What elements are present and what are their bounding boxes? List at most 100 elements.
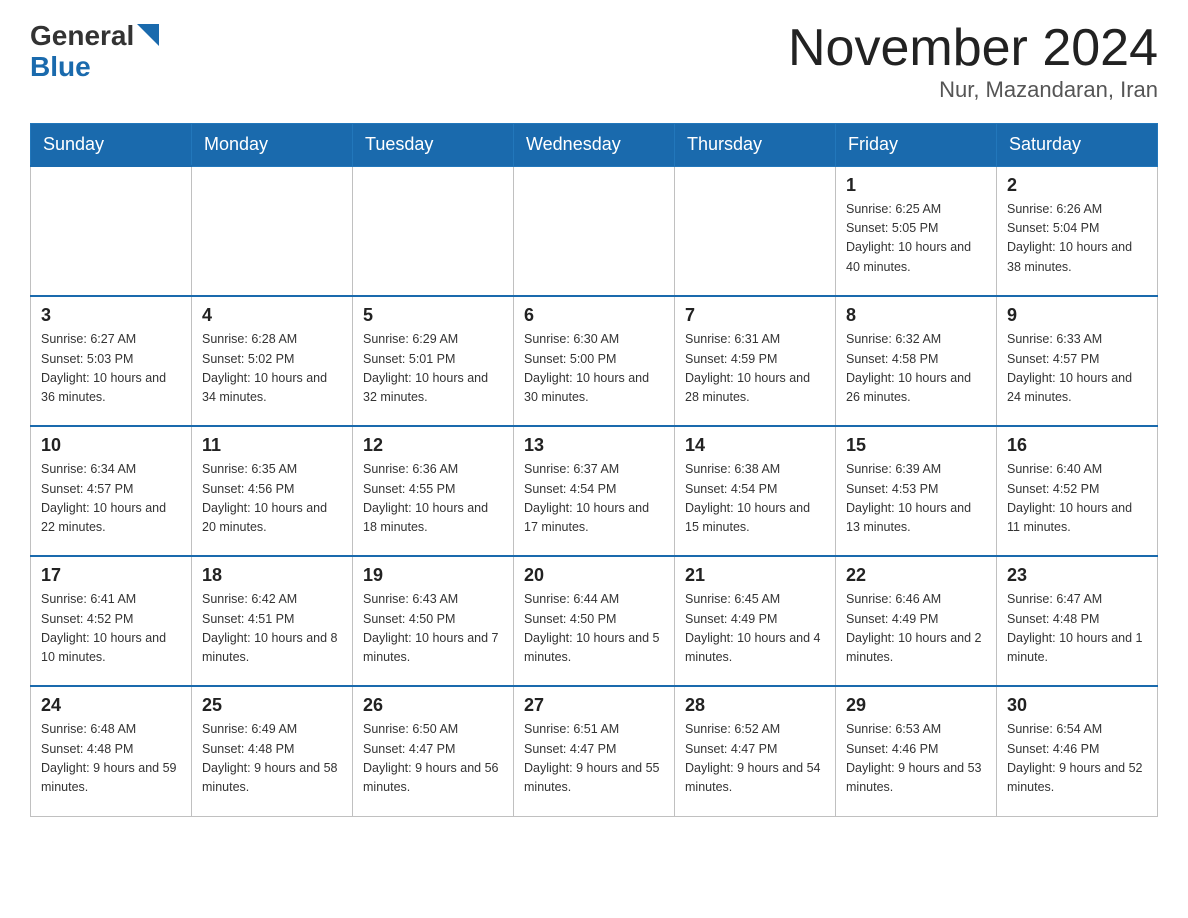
calendar-header-monday: Monday xyxy=(192,124,353,167)
calendar-cell: 13 Sunrise: 6:37 AMSunset: 4:54 PMDayligh… xyxy=(514,426,675,556)
day-info: Sunrise: 6:52 AMSunset: 4:47 PMDaylight:… xyxy=(685,720,825,798)
day-number: 18 xyxy=(202,565,342,586)
day-number: 19 xyxy=(363,565,503,586)
day-number: 25 xyxy=(202,695,342,716)
calendar-cell: 18 Sunrise: 6:42 AMSunset: 4:51 PMDayligh… xyxy=(192,556,353,686)
day-info: Sunrise: 6:26 AMSunset: 5:04 PMDaylight:… xyxy=(1007,200,1147,278)
calendar-cell: 7 Sunrise: 6:31 AMSunset: 4:59 PMDaylight… xyxy=(675,296,836,426)
day-number: 5 xyxy=(363,305,503,326)
day-info: Sunrise: 6:31 AMSunset: 4:59 PMDaylight:… xyxy=(685,330,825,408)
calendar-cell: 8 Sunrise: 6:32 AMSunset: 4:58 PMDaylight… xyxy=(836,296,997,426)
day-info: Sunrise: 6:48 AMSunset: 4:48 PMDaylight:… xyxy=(41,720,181,798)
day-number: 13 xyxy=(524,435,664,456)
day-number: 9 xyxy=(1007,305,1147,326)
day-info: Sunrise: 6:34 AMSunset: 4:57 PMDaylight:… xyxy=(41,460,181,538)
calendar-cell: 19 Sunrise: 6:43 AMSunset: 4:50 PMDayligh… xyxy=(353,556,514,686)
day-number: 16 xyxy=(1007,435,1147,456)
day-number: 21 xyxy=(685,565,825,586)
calendar-cell: 20 Sunrise: 6:44 AMSunset: 4:50 PMDayligh… xyxy=(514,556,675,686)
calendar-week-row: 3 Sunrise: 6:27 AMSunset: 5:03 PMDaylight… xyxy=(31,296,1158,426)
day-number: 22 xyxy=(846,565,986,586)
day-number: 4 xyxy=(202,305,342,326)
logo: General Blue xyxy=(30,20,159,83)
calendar-header-saturday: Saturday xyxy=(997,124,1158,167)
day-info: Sunrise: 6:40 AMSunset: 4:52 PMDaylight:… xyxy=(1007,460,1147,538)
title-block: November 2024 Nur, Mazandaran, Iran xyxy=(788,20,1158,103)
calendar-week-row: 24Sunrise: 6:48 AMSunset: 4:48 PMDayligh… xyxy=(31,686,1158,816)
calendar-cell: 3 Sunrise: 6:27 AMSunset: 5:03 PMDaylight… xyxy=(31,296,192,426)
day-info: Sunrise: 6:51 AMSunset: 4:47 PMDaylight:… xyxy=(524,720,664,798)
calendar-cell xyxy=(192,166,353,296)
day-info: Sunrise: 6:53 AMSunset: 4:46 PMDaylight:… xyxy=(846,720,986,798)
calendar-cell: 27 Sunrise: 6:51 AMSunset: 4:47 PMDayligh… xyxy=(514,686,675,816)
location-title: Nur, Mazandaran, Iran xyxy=(788,77,1158,103)
calendar-cell: 29 Sunrise: 6:53 AMSunset: 4:46 PMDayligh… xyxy=(836,686,997,816)
day-info: Sunrise: 6:36 AMSunset: 4:55 PMDaylight:… xyxy=(363,460,503,538)
day-info: Sunrise: 6:49 AMSunset: 4:48 PMDaylight:… xyxy=(202,720,342,798)
day-number: 26 xyxy=(363,695,503,716)
day-info: Sunrise: 6:46 AMSunset: 4:49 PMDaylight:… xyxy=(846,590,986,668)
calendar-cell: 22 Sunrise: 6:46 AMSunset: 4:49 PMDayligh… xyxy=(836,556,997,686)
calendar-header-friday: Friday xyxy=(836,124,997,167)
day-info: Sunrise: 6:50 AMSunset: 4:47 PMDaylight:… xyxy=(363,720,503,798)
calendar-cell: 25 Sunrise: 6:49 AMSunset: 4:48 PMDayligh… xyxy=(192,686,353,816)
day-info: Sunrise: 6:44 AMSunset: 4:50 PMDaylight:… xyxy=(524,590,664,668)
day-info: Sunrise: 6:32 AMSunset: 4:58 PMDaylight:… xyxy=(846,330,986,408)
calendar-cell xyxy=(514,166,675,296)
day-number: 28 xyxy=(685,695,825,716)
day-number: 7 xyxy=(685,305,825,326)
calendar-week-row: 1 Sunrise: 6:25 AMSunset: 5:05 PMDaylight… xyxy=(31,166,1158,296)
day-info: Sunrise: 6:47 AMSunset: 4:48 PMDaylight:… xyxy=(1007,590,1147,668)
calendar-header-thursday: Thursday xyxy=(675,124,836,167)
day-number: 20 xyxy=(524,565,664,586)
day-number: 17 xyxy=(41,565,181,586)
day-number: 12 xyxy=(363,435,503,456)
day-number: 8 xyxy=(846,305,986,326)
calendar-cell: 30 Sunrise: 6:54 AMSunset: 4:46 PMDayligh… xyxy=(997,686,1158,816)
calendar-cell: 23Sunrise: 6:47 AMSunset: 4:48 PMDayligh… xyxy=(997,556,1158,686)
day-number: 11 xyxy=(202,435,342,456)
calendar-cell: 26 Sunrise: 6:50 AMSunset: 4:47 PMDayligh… xyxy=(353,686,514,816)
day-info: Sunrise: 6:35 AMSunset: 4:56 PMDaylight:… xyxy=(202,460,342,538)
calendar-cell: 9Sunrise: 6:33 AMSunset: 4:57 PMDaylight… xyxy=(997,296,1158,426)
calendar-cell xyxy=(31,166,192,296)
calendar-cell: 10 Sunrise: 6:34 AMSunset: 4:57 PMDayligh… xyxy=(31,426,192,556)
calendar-header-tuesday: Tuesday xyxy=(353,124,514,167)
calendar-week-row: 17Sunrise: 6:41 AMSunset: 4:52 PMDayligh… xyxy=(31,556,1158,686)
logo-blue-text: Blue xyxy=(30,51,91,83)
page-header: General Blue November 2024 Nur, Mazandar… xyxy=(30,20,1158,103)
calendar-cell: 6Sunrise: 6:30 AMSunset: 5:00 PMDaylight… xyxy=(514,296,675,426)
day-info: Sunrise: 6:25 AMSunset: 5:05 PMDaylight:… xyxy=(846,200,986,278)
day-info: Sunrise: 6:42 AMSunset: 4:51 PMDaylight:… xyxy=(202,590,342,668)
logo-general-text: General xyxy=(30,22,134,50)
day-info: Sunrise: 6:37 AMSunset: 4:54 PMDaylight:… xyxy=(524,460,664,538)
day-number: 27 xyxy=(524,695,664,716)
day-info: Sunrise: 6:45 AMSunset: 4:49 PMDaylight:… xyxy=(685,590,825,668)
day-number: 1 xyxy=(846,175,986,196)
day-number: 30 xyxy=(1007,695,1147,716)
day-number: 3 xyxy=(41,305,181,326)
day-number: 2 xyxy=(1007,175,1147,196)
day-info: Sunrise: 6:29 AMSunset: 5:01 PMDaylight:… xyxy=(363,330,503,408)
calendar-header-wednesday: Wednesday xyxy=(514,124,675,167)
calendar-cell xyxy=(353,166,514,296)
day-info: Sunrise: 6:54 AMSunset: 4:46 PMDaylight:… xyxy=(1007,720,1147,798)
calendar-cell: 11 Sunrise: 6:35 AMSunset: 4:56 PMDayligh… xyxy=(192,426,353,556)
calendar-cell: 1 Sunrise: 6:25 AMSunset: 5:05 PMDaylight… xyxy=(836,166,997,296)
day-info: Sunrise: 6:38 AMSunset: 4:54 PMDaylight:… xyxy=(685,460,825,538)
day-info: Sunrise: 6:39 AMSunset: 4:53 PMDaylight:… xyxy=(846,460,986,538)
calendar-week-row: 10 Sunrise: 6:34 AMSunset: 4:57 PMDayligh… xyxy=(31,426,1158,556)
calendar-cell: 21 Sunrise: 6:45 AMSunset: 4:49 PMDayligh… xyxy=(675,556,836,686)
calendar-cell: 2 Sunrise: 6:26 AMSunset: 5:04 PMDaylight… xyxy=(997,166,1158,296)
day-info: Sunrise: 6:27 AMSunset: 5:03 PMDaylight:… xyxy=(41,330,181,408)
day-number: 29 xyxy=(846,695,986,716)
day-info: Sunrise: 6:43 AMSunset: 4:50 PMDaylight:… xyxy=(363,590,503,668)
calendar-cell: 15 Sunrise: 6:39 AMSunset: 4:53 PMDayligh… xyxy=(836,426,997,556)
calendar-cell: 16 Sunrise: 6:40 AMSunset: 4:52 PMDayligh… xyxy=(997,426,1158,556)
calendar-cell: 17Sunrise: 6:41 AMSunset: 4:52 PMDayligh… xyxy=(31,556,192,686)
calendar-table: SundayMondayTuesdayWednesdayThursdayFrid… xyxy=(30,123,1158,817)
calendar-cell: 5 Sunrise: 6:29 AMSunset: 5:01 PMDaylight… xyxy=(353,296,514,426)
logo-triangle-icon xyxy=(137,24,159,46)
day-number: 15 xyxy=(846,435,986,456)
day-number: 10 xyxy=(41,435,181,456)
